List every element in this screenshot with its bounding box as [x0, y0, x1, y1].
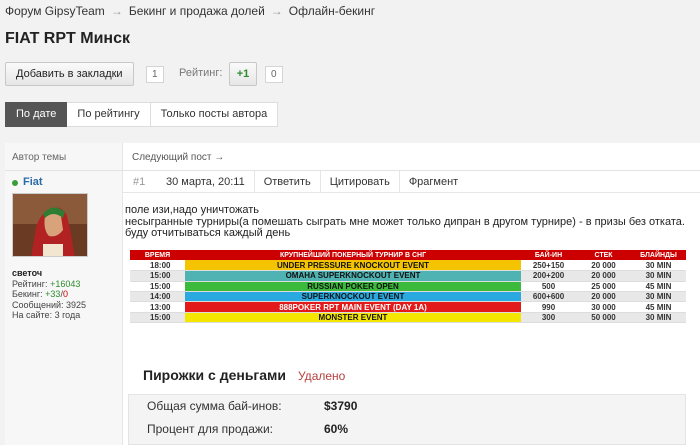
schedule-event-cell: SUPERKNOCKOUT EVENT	[185, 291, 521, 303]
schedule-time-cell: 15:00	[130, 312, 185, 324]
schedule-row: 15:00 OMAHA SUPERKNOCKOUT EVENT 200+200 20 …	[130, 270, 686, 282]
schedule-time-cell: 15:00	[130, 270, 185, 282]
schedule-buyin-cell: 990	[521, 301, 576, 313]
breadcrumb-section-link[interactable]: Бекинг и продажа долей	[129, 4, 265, 18]
info-row: Процент для продажи: 60%	[147, 422, 348, 436]
schedule-event-cell: OMAHA SUPERKNOCKOUT EVENT	[185, 270, 521, 282]
tab-author-posts[interactable]: Только посты автора	[150, 102, 279, 127]
info-box: Общая сумма бай-инов: $3790 Процент для п…	[128, 394, 686, 445]
breadcrumb-subsection-link[interactable]: Офлайн-бекинг	[289, 4, 375, 18]
post-meta-bar: #1 30 марта, 20:11 Ответить Цитировать Ф…	[123, 170, 700, 193]
header-cell: СТЕК	[576, 250, 631, 261]
schedule-buyin-cell: 600+600	[521, 291, 576, 303]
schedule-stack-cell: 30 000	[576, 301, 631, 313]
schedule-buyin-cell: 200+200	[521, 270, 576, 282]
breadcrumb: Форум GipsyTeam → Бекинг и продажа долей → О…	[5, 4, 375, 18]
schedule-event-cell: MONSTER EVENT	[185, 312, 521, 324]
online-status-icon	[12, 180, 18, 186]
header-cell: БАЙ-ИН	[521, 250, 576, 261]
schedule-blinds-cell: 45 MIN	[631, 281, 686, 293]
avatar[interactable]	[12, 193, 88, 257]
quote-button[interactable]: Цитировать	[319, 170, 399, 193]
schedule-blinds-cell: 30 MIN	[631, 270, 686, 282]
schedule-time-cell: 13:00	[130, 301, 185, 313]
rating-plus-button[interactable]: +1	[229, 62, 257, 86]
header-cell: ВРЕМЯ	[130, 250, 185, 261]
bookmark-count: 1	[146, 66, 164, 83]
info-label: Общая сумма бай-инов:	[147, 399, 282, 413]
post-line: буду отчитываться каждый день	[125, 227, 291, 239]
schedule-row: 13:00 888POKER RPT MAIN EVENT (DAY 1A) 990…	[130, 301, 686, 313]
post-body: поле изи,надо уничтожать несыгранные тур…	[125, 204, 685, 240]
tournament-schedule-image: ВРЕМЯ КРУПНЕЙШИЙ ПОКЕРНЫЙ ТУРНИР В СНГ Б…	[130, 250, 686, 324]
schedule-stack-cell: 25 000	[576, 281, 631, 293]
schedule-row: 15:00 RUSSIAN POKER OPEN 500 25 000 45 MIN	[130, 281, 686, 293]
add-bookmark-button[interactable]: Добавить в закладки	[5, 62, 134, 86]
post: Автор темы Следующий пост → Fiat светоч …	[5, 143, 700, 445]
fragment-button[interactable]: Фрагмент	[398, 170, 467, 193]
post-date[interactable]: 30 марта, 20:11	[157, 171, 254, 193]
schedule-event-cell: UNDER PRESSURE KNOCKOUT EVENT	[185, 260, 521, 272]
sort-tabs: По дате По рейтингу Только посты автора	[5, 102, 279, 127]
schedule-blinds-cell: 30 MIN	[631, 260, 686, 272]
schedule-time-cell: 14:00	[130, 291, 185, 303]
author-stats: светоч Рейтинг: +16043 Бекинг: +33/0 Соо…	[12, 268, 86, 321]
info-row: Общая сумма бай-инов: $3790	[147, 399, 357, 413]
schedule-buyin-cell: 250+150	[521, 260, 576, 272]
schedule-buyin-cell: 500	[521, 281, 576, 293]
schedule-blinds-cell: 30 MIN	[631, 291, 686, 303]
tab-by-date[interactable]: По дате	[5, 102, 68, 127]
post-number[interactable]: #1	[123, 176, 157, 188]
author-rating: Рейтинг: +16043	[12, 278, 81, 289]
schedule-row: 18:00 UNDER PRESSURE KNOCKOUT EVENT 250+15…	[130, 260, 686, 272]
breadcrumb-forum-link[interactable]: Форум GipsyTeam	[5, 4, 105, 18]
author-header: Автор темы	[12, 152, 67, 163]
schedule-row: 14:00 SUPERKNOCKOUT EVENT 600+600 20 000 30 …	[130, 291, 686, 303]
schedule-blinds-cell: 45 MIN	[631, 301, 686, 313]
schedule-stack-cell: 20 000	[576, 270, 631, 282]
header-cell: КРУПНЕЙШИЙ ПОКЕРНЫЙ ТУРНИР В СНГ	[185, 250, 521, 261]
post-line: поле изи,надо уничтожать	[125, 204, 259, 216]
deleted-status: Удалено	[298, 369, 346, 383]
schedule-row: 15:00 MONSTER EVENT 300 50 000 30 MIN	[130, 312, 686, 324]
schedule-time-cell: 18:00	[130, 260, 185, 272]
next-post-link[interactable]: Следующий пост →	[132, 152, 224, 163]
breadcrumb-separator: →	[270, 4, 283, 18]
schedule-time-cell: 15:00	[130, 281, 185, 293]
schedule-stack-cell: 20 000	[576, 260, 631, 272]
header-cell: БЛАЙНДЫ	[631, 250, 686, 261]
section-title: Пирожки с деньгами	[143, 367, 287, 383]
info-value: $3790	[324, 399, 358, 413]
schedule-blinds-cell: 30 MIN	[631, 312, 686, 324]
author-onsite: На сайте: 3 года	[12, 310, 81, 320]
schedule-event-cell: RUSSIAN POKER OPEN	[185, 281, 521, 293]
author-name[interactable]: Fiat	[23, 176, 43, 188]
schedule-stack-cell: 20 000	[576, 291, 631, 303]
breadcrumb-separator: →	[110, 4, 123, 18]
reply-button[interactable]: Ответить	[253, 170, 320, 193]
tab-by-rating[interactable]: По рейтингу	[67, 102, 151, 127]
schedule-event-cell: 888POKER RPT MAIN EVENT (DAY 1A)	[185, 301, 521, 313]
page-title: FIAT RPT Минск	[5, 30, 130, 47]
author-messages: Сообщений: 3925	[12, 299, 87, 310]
schedule-buyin-cell: 300	[521, 312, 576, 324]
author-backing: Бекинг: +33/0	[12, 289, 68, 299]
schedule-stack-cell: 50 000	[576, 312, 631, 324]
rating-label: Рейтинг:	[179, 67, 223, 79]
author-title: светоч	[12, 268, 43, 278]
info-value: 60%	[324, 422, 349, 436]
schedule-header-row: ВРЕМЯ КРУПНЕЙШИЙ ПОКЕРНЫЙ ТУРНИР В СНГ Б…	[130, 250, 686, 261]
rating-count: 0	[265, 66, 283, 83]
info-label: Процент для продажи:	[147, 422, 273, 436]
